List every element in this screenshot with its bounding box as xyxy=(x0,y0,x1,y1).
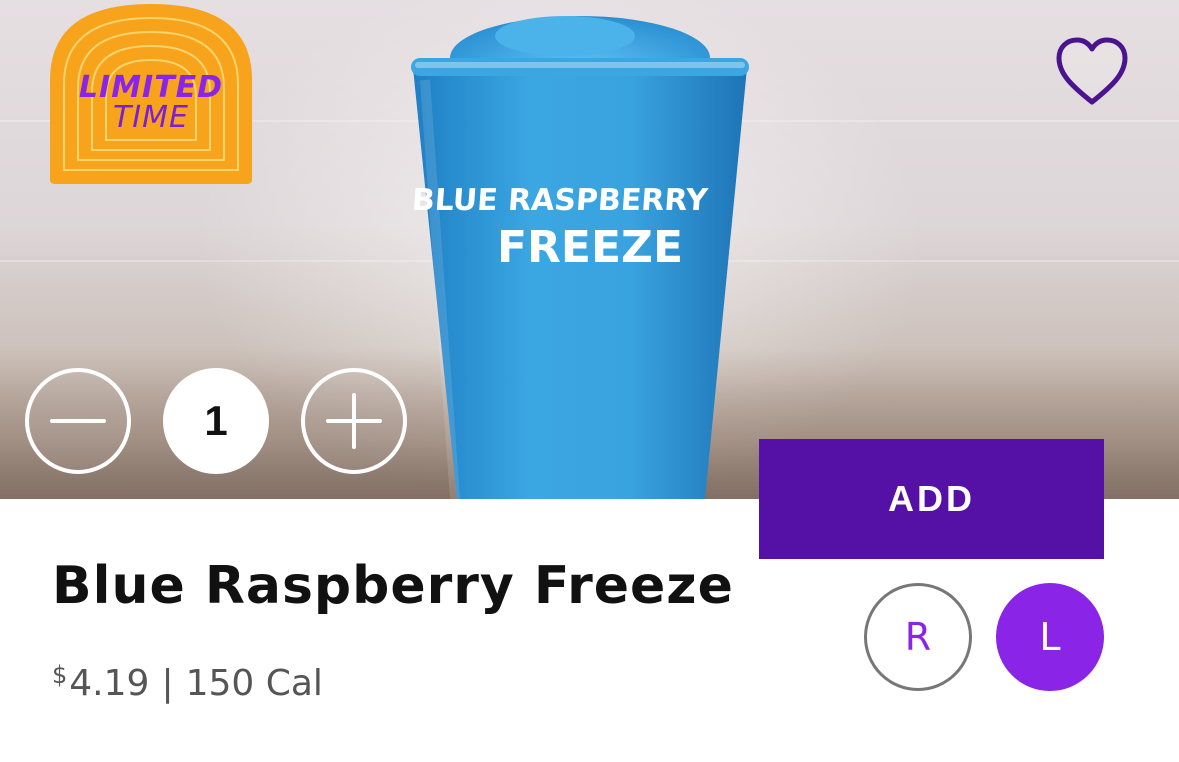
meta-separator: | xyxy=(161,663,174,704)
size-option-regular[interactable]: R xyxy=(864,583,972,691)
limited-time-badge: LIMITED TIME xyxy=(46,0,256,186)
minus-icon xyxy=(50,419,106,423)
decrease-quantity-button[interactable] xyxy=(25,368,131,474)
product-hero-image: BLUE RASPBERRY FREEZE LIMITED TIME 1 xyxy=(0,0,1179,499)
size-option-large[interactable]: L xyxy=(996,583,1104,691)
add-to-order-button[interactable]: ADD xyxy=(759,439,1104,559)
cup-label-line1: BLUE RASPBERRY xyxy=(411,183,710,218)
quantity-value: 1 xyxy=(163,368,269,474)
heart-outline-icon xyxy=(1056,37,1128,105)
favorite-button[interactable] xyxy=(1054,36,1130,108)
badge-line-time: TIME xyxy=(112,100,189,135)
price-value: 4.19 xyxy=(69,663,150,704)
calories: 150 Cal xyxy=(185,663,323,704)
price-calories: $ 4.19 | 150 Cal xyxy=(52,661,323,711)
product-title: Blue Raspberry Freeze xyxy=(52,556,734,616)
cup-label-line2: FREEZE xyxy=(497,222,683,273)
price-currency: $ xyxy=(52,661,68,689)
plus-icon xyxy=(326,393,382,449)
drink-cup-image: BLUE RASPBERRY FREEZE xyxy=(405,10,755,499)
increase-quantity-button[interactable] xyxy=(301,368,407,474)
